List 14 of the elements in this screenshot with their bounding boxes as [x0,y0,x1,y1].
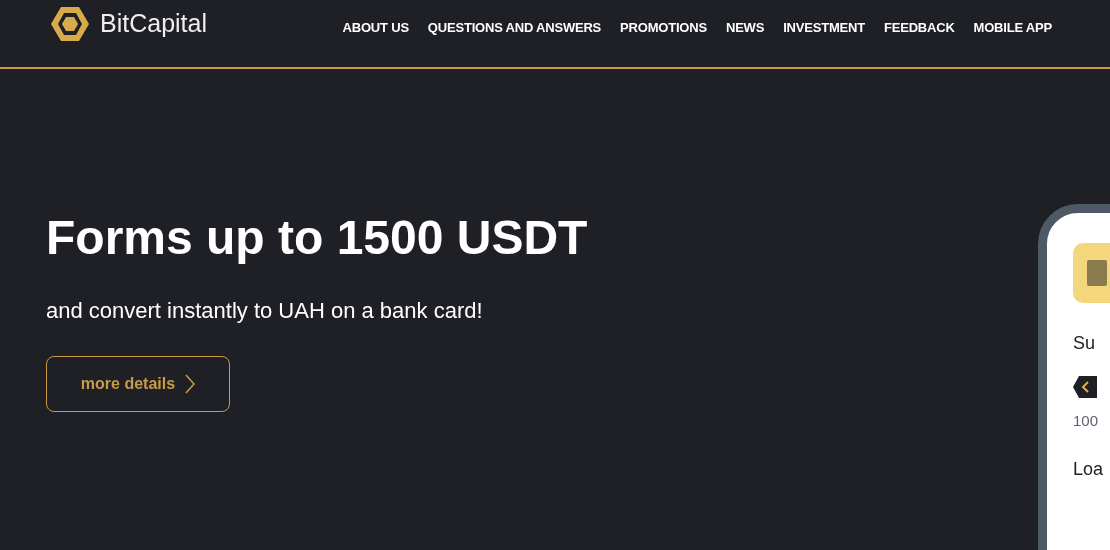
more-details-button[interactable]: more details [46,356,230,412]
nav-link[interactable]: MOBILE APP [973,20,1052,35]
nav-link[interactable]: FEEDBACK [883,20,955,35]
nav-link[interactable]: NEWS [725,20,765,35]
nav-link[interactable]: INVESTMENT [783,20,865,35]
field-label: Su [1073,333,1097,354]
hero-title: Forms up to 1500 USDT [46,210,589,266]
field-label: Loa [1073,459,1105,480]
brand-name: BitCapital [100,9,207,38]
nav-link[interactable]: ABOUT US [342,20,409,35]
amount-text: 100 [1073,412,1100,429]
hero-subtitle: and convert instantly to UAH on a bank card! [46,298,484,324]
nav-link[interactable]: QUESTIONS AND ANSWERS [427,20,602,35]
nav-link[interactable]: PROMOTIONS [620,20,707,35]
